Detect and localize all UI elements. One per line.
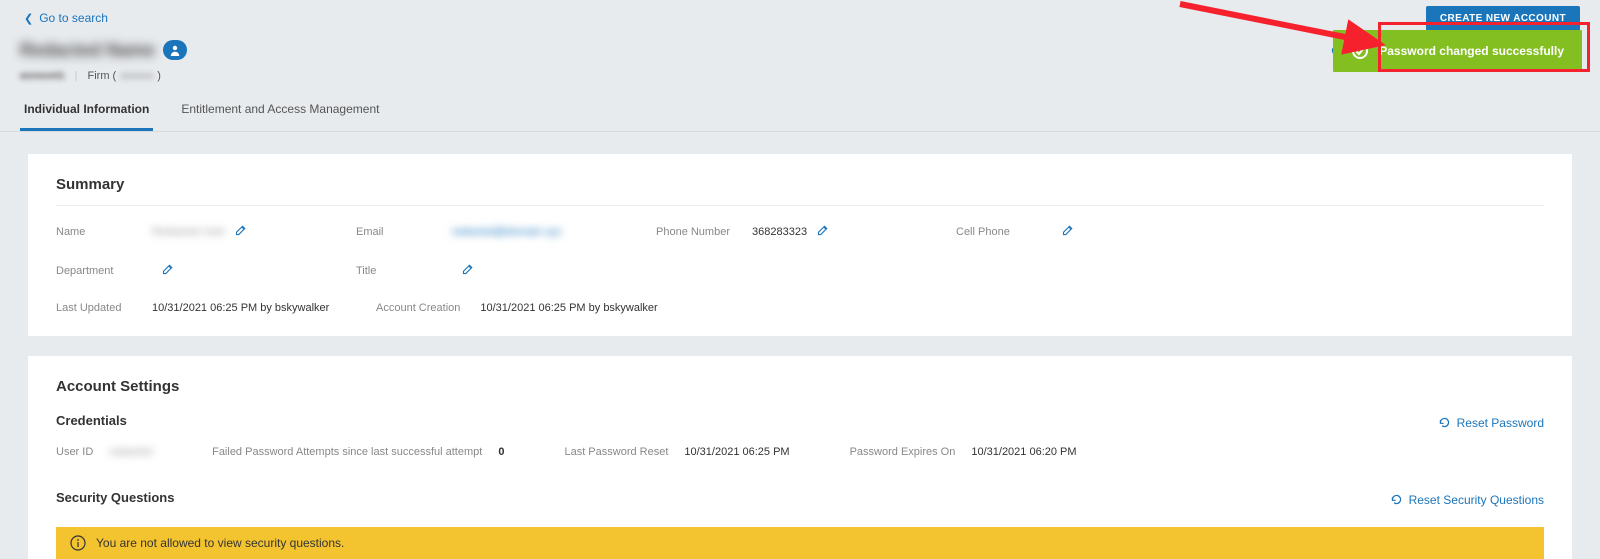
edit-dept-icon[interactable] bbox=[162, 263, 174, 278]
field-email: Email redacted@domain.xyz bbox=[356, 224, 656, 239]
crumb-separator: | bbox=[75, 70, 78, 82]
info-icon bbox=[70, 535, 86, 551]
account-title: Redacted Name bbox=[20, 40, 155, 61]
edit-phone-icon[interactable] bbox=[817, 224, 829, 239]
refresh-icon bbox=[1438, 416, 1451, 429]
account-settings-title: Account Settings bbox=[56, 378, 1544, 395]
summary-title: Summary bbox=[56, 176, 1544, 193]
field-department: Department bbox=[56, 263, 356, 278]
edit-title-icon[interactable] bbox=[462, 263, 474, 278]
back-to-search-link[interactable]: ❮ Go to search bbox=[24, 11, 108, 25]
crumb-firm: Firm ( xxxxxx ) bbox=[88, 70, 161, 82]
field-failed-attempts: Failed Password Attempts since last succ… bbox=[212, 446, 504, 458]
field-phone: Phone Number 368283323 bbox=[656, 224, 956, 239]
reset-security-questions-link[interactable]: Reset Security Questions bbox=[1390, 493, 1544, 507]
field-last-updated: Last Updated 10/31/2021 06:25 PM by bsky… bbox=[56, 302, 376, 314]
tab-entitlement-access[interactable]: Entitlement and Access Management bbox=[177, 92, 383, 131]
reset-password-link[interactable]: Reset Password bbox=[1438, 416, 1544, 430]
success-toast: Password changed successfully bbox=[1333, 30, 1582, 72]
field-name: Name Redacted User bbox=[56, 224, 356, 239]
field-cell: Cell Phone bbox=[956, 224, 1256, 239]
field-password-expires: Password Expires On 10/31/2021 06:20 PM bbox=[850, 446, 1077, 458]
field-userid: User ID redacted bbox=[56, 446, 152, 458]
top-bar: ❮ Go to search CREATE NEW ACCOUNT bbox=[0, 0, 1600, 34]
back-label: Go to search bbox=[39, 11, 108, 25]
crumb-account: account1 bbox=[20, 70, 65, 82]
main-content: Summary Name Redacted User Email redacte… bbox=[0, 132, 1600, 559]
summary-card: Summary Name Redacted User Email redacte… bbox=[28, 154, 1572, 336]
field-account-creation: Account Creation 10/31/2021 06:25 PM by … bbox=[376, 302, 658, 314]
refresh-icon bbox=[1390, 493, 1403, 506]
tab-individual-information[interactable]: Individual Information bbox=[20, 92, 153, 131]
edit-name-icon[interactable] bbox=[235, 224, 247, 239]
credentials-title: Credentials bbox=[56, 413, 127, 428]
chevron-left-icon: ❮ bbox=[24, 12, 33, 25]
tabs: Individual Information Entitlement and A… bbox=[0, 92, 1600, 132]
edit-cell-icon[interactable] bbox=[1062, 224, 1074, 239]
account-settings-card: Account Settings Credentials Reset Passw… bbox=[28, 356, 1572, 559]
field-title: Title bbox=[356, 263, 656, 278]
toast-message: Password changed successfully bbox=[1379, 44, 1564, 58]
field-last-reset: Last Password Reset 10/31/2021 06:25 PM bbox=[564, 446, 789, 458]
security-questions-warning: You are not allowed to view security que… bbox=[56, 527, 1544, 559]
check-circle-icon bbox=[1351, 42, 1369, 60]
create-new-account-button[interactable]: CREATE NEW ACCOUNT bbox=[1426, 6, 1580, 31]
security-questions-title: Security Questions bbox=[56, 490, 174, 505]
person-badge-icon bbox=[163, 40, 187, 60]
